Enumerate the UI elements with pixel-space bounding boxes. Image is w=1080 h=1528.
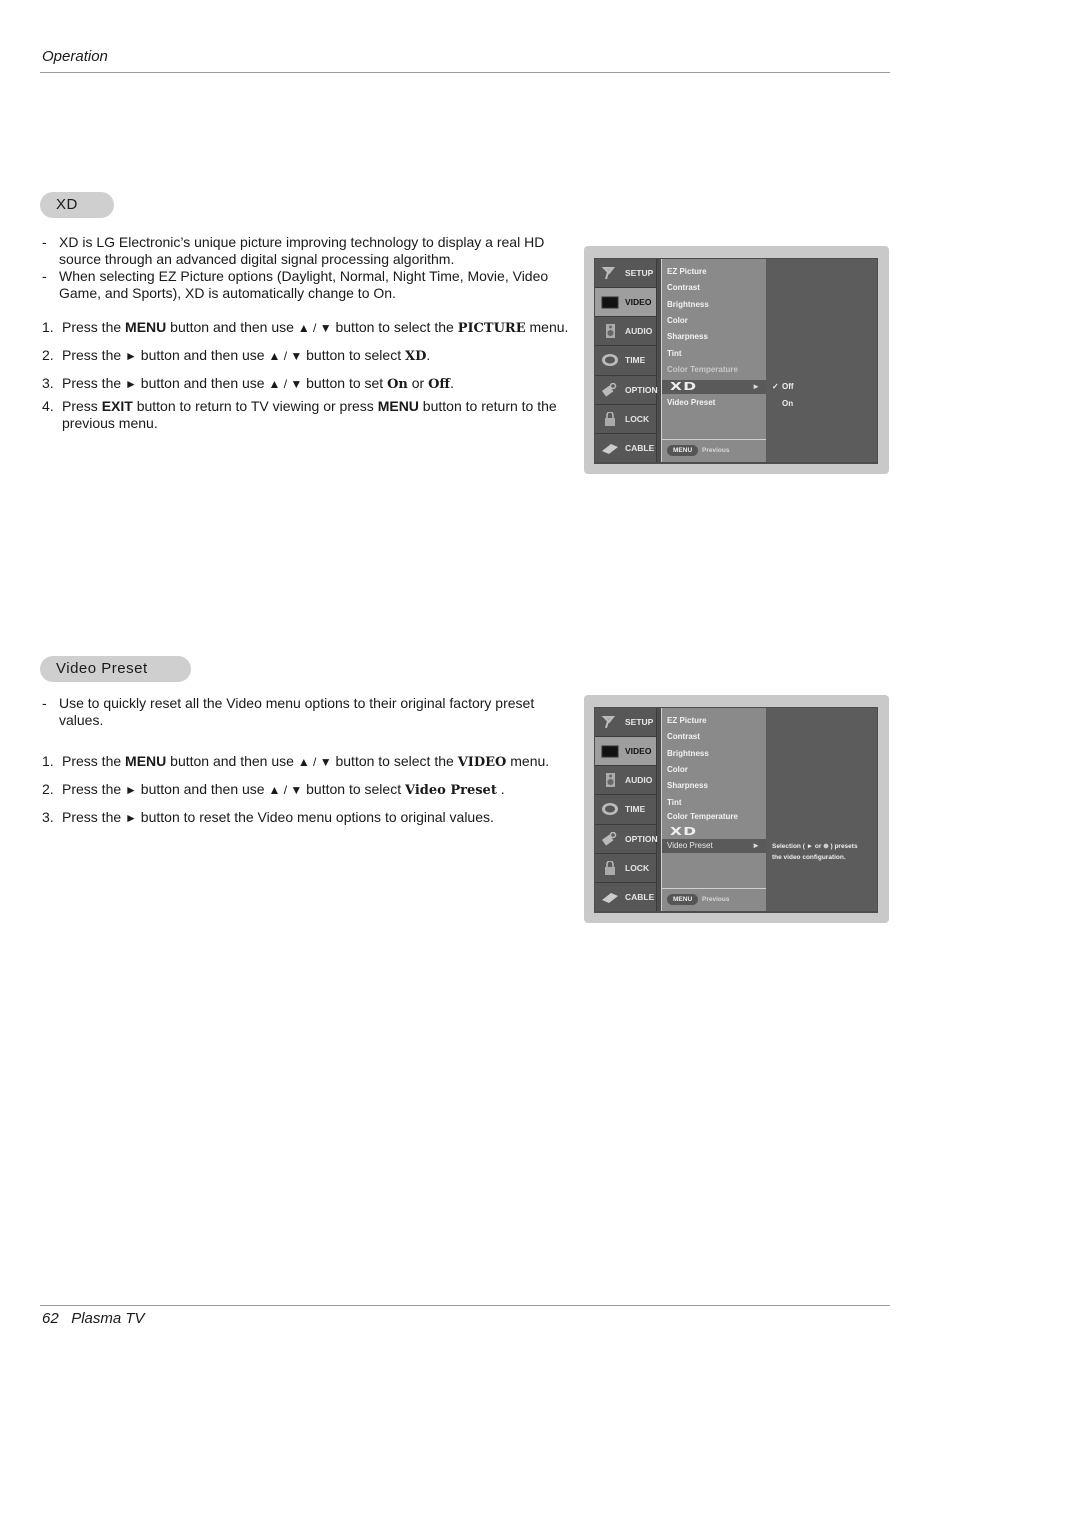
previous-label: Previous <box>702 896 730 903</box>
osd-menu-list: EZ Picture Contrast Brightness Color Sha… <box>661 708 767 911</box>
osd-menu-item: Sharpness <box>667 332 708 341</box>
video-preset-steps: 1. Press the MENU button and then use ▲ … <box>42 753 582 827</box>
osd-menu-item: Sharpness <box>667 781 708 790</box>
osd-sidebar-audio: AUDIO <box>595 766 657 796</box>
osd-menu-item: Brightness <box>667 300 709 309</box>
menu-button-label: MENU <box>667 894 699 905</box>
osd-sidebar-time: TIME <box>595 346 657 376</box>
osd-menu-item: Video Preset <box>667 398 716 407</box>
osd-help-text-line2: the video configuration. <box>772 854 846 861</box>
speaker-icon <box>601 324 619 339</box>
tv-screen-icon <box>601 295 619 309</box>
video-preset-step-3: 3. Press the ► button to reset the Video… <box>42 809 494 825</box>
osd-sidebar-cable: CABLE <box>595 882 657 911</box>
xd-step-3: 3. Press the ► button and then use ▲ / ▼… <box>42 375 454 392</box>
osd-sidebar-setup: SETUP <box>595 708 657 738</box>
osd-menu-footer: MENU Previous <box>662 888 766 911</box>
key-tag-icon <box>601 831 619 846</box>
video-preset-bullet: - Use to quickly reset all the Video menu… <box>42 695 535 728</box>
osd-menu-item: Color Temperature <box>667 365 738 374</box>
menu-button-label: MENU <box>667 445 699 456</box>
osd-sidebar-lock: LOCK <box>595 853 657 883</box>
check-icon: ✓ <box>772 382 779 391</box>
tv-screen-icon <box>601 744 619 758</box>
xd-bullet: - When selecting EZ Picture options (Dayl… <box>42 268 549 301</box>
osd-menu-item-selected: Video Preset ► <box>662 839 766 853</box>
clock-icon <box>601 353 619 367</box>
video-preset-step-2: 2. Press the ► button and then use ▲ / ▼… <box>42 781 505 798</box>
osd-sidebar-option: OPTION <box>595 375 658 405</box>
osd-menu-item: Color <box>667 316 688 325</box>
padlock-icon <box>601 411 619 426</box>
osd-menu-item: Color <box>667 765 688 774</box>
osd-menu-item: EZ Picture <box>667 267 707 276</box>
osd-screenshot-video-preset: SETUP VIDEO AUDIO TIME OPTION LOCK CABLE… <box>584 695 889 923</box>
xd-steps: 1. Press the MENU button and then use ▲ … <box>42 319 582 432</box>
footer-divider <box>40 1305 890 1306</box>
footer: 62 Plasma TV <box>42 1310 145 1327</box>
video-preset-bullets: - Use to quickly reset all the Video menu… <box>42 695 582 729</box>
osd-sidebar-video: VIDEO <box>595 737 657 767</box>
osd-menu-item-selected: XD ► <box>662 380 766 394</box>
padlock-icon <box>601 860 619 875</box>
osd-menu-item: Contrast <box>667 283 700 292</box>
right-arrow-icon: ► <box>752 841 760 850</box>
osd-sidebar-video: VIDEO <box>595 288 657 318</box>
page-number: 62 <box>42 1310 59 1327</box>
header-divider <box>40 72 890 73</box>
xd-bullet: - XD is LG Electronic’s unique picture im… <box>42 234 545 267</box>
osd-menu-item: Contrast <box>667 732 700 741</box>
cable-plug-icon <box>601 441 619 455</box>
osd-menu-item: Tint <box>667 798 682 807</box>
osd-sidebar: SETUP VIDEO AUDIO TIME OPTION LOCK CABLE <box>595 259 658 462</box>
clock-icon <box>601 802 619 816</box>
osd-help-text-line1: Selection ( ► or ⊛ ) presets <box>772 843 858 850</box>
cable-plug-icon <box>601 890 619 904</box>
osd-sidebar: SETUP VIDEO AUDIO TIME OPTION LOCK CABLE <box>595 708 658 911</box>
right-arrow-icon: ► <box>752 382 760 391</box>
osd-option-on: On <box>782 399 794 408</box>
osd-sidebar-lock: LOCK <box>595 404 657 434</box>
osd-options-pane: ✓ Off On <box>766 259 877 462</box>
section-title-video-preset: Video Preset <box>40 656 191 682</box>
osd-menu-list: EZ Picture Contrast Brightness Color Sha… <box>661 259 767 462</box>
speaker-icon <box>601 773 619 788</box>
previous-label: Previous <box>702 447 730 454</box>
xd-step-4: 4. Press EXIT button to return to TV vie… <box>42 398 557 431</box>
osd-menu-item: Brightness <box>667 749 709 758</box>
osd-option-off: Off <box>782 382 794 391</box>
osd-menu-item: Color Temperature <box>667 812 738 821</box>
osd-menu-item: Tint <box>667 349 682 358</box>
osd-menu-item: EZ Picture <box>667 716 707 725</box>
osd-screenshot-xd: SETUP VIDEO AUDIO TIME OPTION LOCK CABLE… <box>584 246 889 474</box>
xd-step-2: 2. Press the ► button and then use ▲ / ▼… <box>42 347 431 364</box>
osd-sidebar-cable: CABLE <box>595 433 657 462</box>
video-preset-step-1: 1. Press the MENU button and then use ▲ … <box>42 753 550 770</box>
osd-sidebar-audio: AUDIO <box>595 317 657 347</box>
key-tag-icon <box>601 382 619 397</box>
osd-sidebar-setup: SETUP <box>595 259 657 289</box>
xd-bullets: - XD is LG Electronic’s unique picture im… <box>42 234 582 302</box>
osd-menu-footer: MENU Previous <box>662 439 766 462</box>
section-title-xd: XD <box>40 192 114 218</box>
header-title: Operation <box>42 48 108 65</box>
xd-step-1: 1. Press the MENU button and then use ▲ … <box>42 319 569 336</box>
osd-menu-item: XD <box>670 825 698 838</box>
satellite-icon <box>601 715 619 729</box>
footer-title: Plasma TV <box>71 1310 145 1327</box>
satellite-icon <box>601 266 619 280</box>
osd-sidebar-time: TIME <box>595 795 657 825</box>
osd-help-pane: Selection ( ► or ⊛ ) presets the video c… <box>766 708 877 911</box>
osd-sidebar-option: OPTION <box>595 824 658 854</box>
